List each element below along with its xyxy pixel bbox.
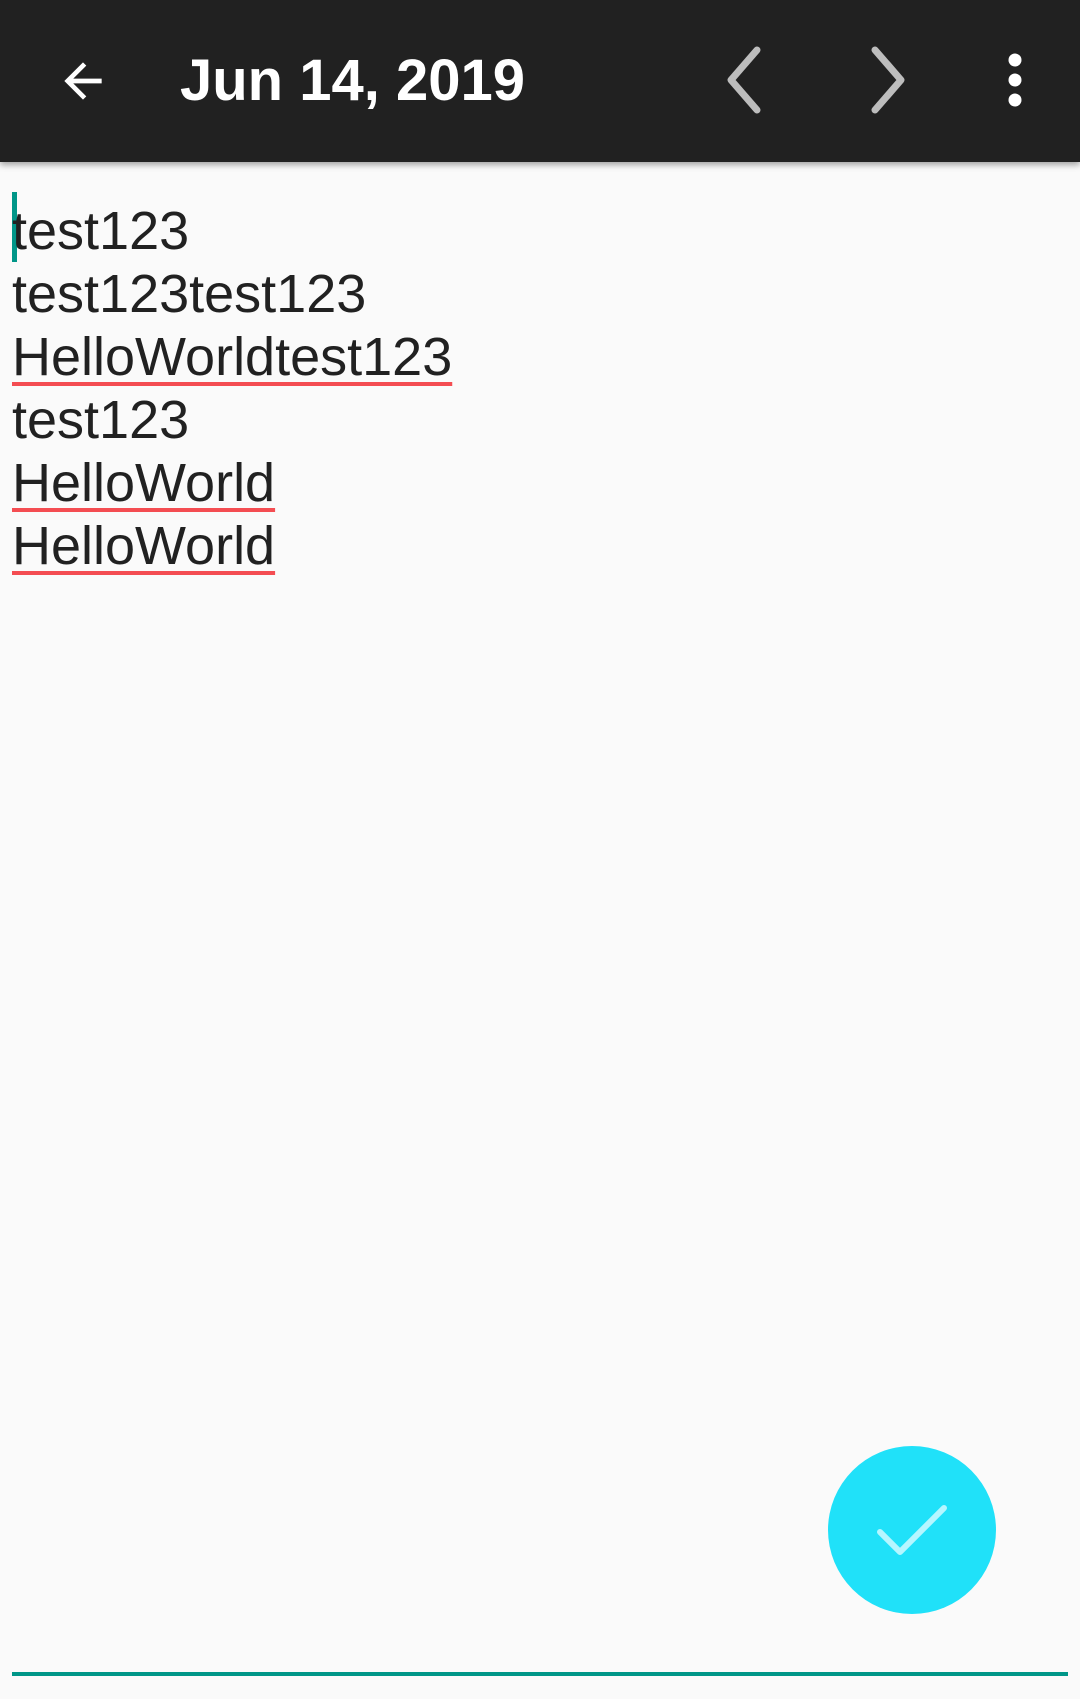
note-line: test123test123 [12, 264, 367, 324]
more-options-button[interactable] [975, 40, 1055, 120]
back-button[interactable] [40, 41, 126, 121]
more-vertical-icon [1008, 53, 1022, 107]
note-line: test123 [12, 390, 190, 450]
note-line-misspelled: HelloWorld [12, 453, 276, 513]
save-fab-button[interactable] [828, 1446, 996, 1614]
note-line: test123 [12, 201, 190, 261]
app-toolbar: Jun 14, 2019 [0, 0, 1080, 162]
previous-day-button[interactable] [700, 35, 790, 125]
note-text[interactable]: test123 test123test123 HelloWorldtest123… [12, 200, 452, 578]
next-day-button[interactable] [842, 35, 932, 125]
check-icon [877, 1505, 947, 1555]
note-editor[interactable]: test123 test123test123 HelloWorldtest123… [0, 162, 1080, 1671]
chevron-right-icon [871, 46, 905, 114]
note-line-misspelled: HelloWorld [12, 516, 276, 576]
note-line-misspelled: HelloWorldtest123 [12, 327, 453, 387]
chevron-left-icon [727, 46, 761, 114]
arrow-left-icon [64, 62, 102, 100]
input-underline [12, 1672, 1068, 1676]
page-title: Jun 14, 2019 [180, 48, 525, 113]
